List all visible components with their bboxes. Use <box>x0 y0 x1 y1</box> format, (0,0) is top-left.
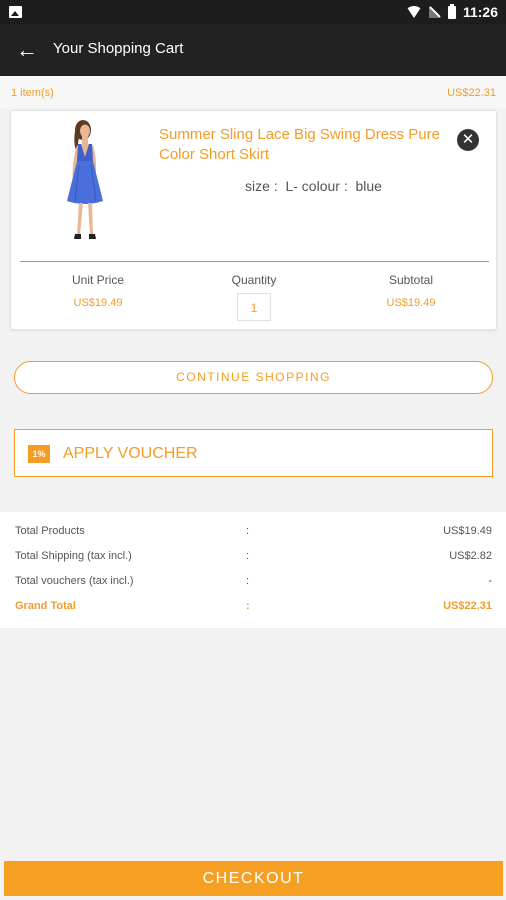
order-totals: Total Products : US$19.49 Total Shipping… <box>0 512 506 628</box>
arrow-left-icon: ← <box>16 37 38 62</box>
total-row: Total Shipping (tax incl.) : US$2.82 <box>0 550 506 570</box>
apply-voucher-button[interactable]: 1% APPLY VOUCHER <box>14 429 493 477</box>
voucher-icon: 1% <box>28 445 50 463</box>
status-time: 11:26 <box>462 4 498 20</box>
total-row: Total vouchers (tax incl.) : - <box>0 575 506 595</box>
total-value: US$19.49 <box>443 525 492 537</box>
total-label: Total Shipping (tax incl.) <box>15 550 132 562</box>
app-bar: ← Your Shopping Cart <box>0 24 506 76</box>
grand-total-label: Grand Total <box>15 600 76 612</box>
total-value: US$2.82 <box>449 550 492 562</box>
remove-item-button[interactable]: ✕ <box>457 129 479 151</box>
continue-shopping-button[interactable]: CONTINUE SHOPPING <box>14 361 493 394</box>
total-colon: : <box>246 550 250 562</box>
total-colon: : <box>246 575 250 587</box>
cart-item-card: Summer Sling Lace Big Swing Dress Pure C… <box>10 110 497 330</box>
cart-summary-strip: 1 item(s) US$22.31 <box>0 76 506 108</box>
quantity-column: Quantity 1 <box>194 273 314 321</box>
quantity-input[interactable]: 1 <box>237 293 271 321</box>
subtotal-column: Subtotal US$19.49 <box>351 273 471 309</box>
apply-voucher-label: APPLY VOUCHER <box>63 445 198 462</box>
page-title: Your Shopping Cart <box>53 40 184 57</box>
status-bar: 11:26 <box>0 0 506 24</box>
total-label: Total Products <box>15 525 85 537</box>
battery-icon <box>447 3 456 19</box>
back-button[interactable]: ← <box>10 34 44 66</box>
item-count: 1 item(s) <box>11 87 54 99</box>
product-name[interactable]: Summer Sling Lace Big Swing Dress Pure C… <box>159 125 449 165</box>
total-row: Total Products : US$19.49 <box>0 525 506 545</box>
system-icons: 11:26 <box>405 3 498 21</box>
gallery-notification-icon <box>9 6 22 18</box>
checkout-button[interactable]: CHECKOUT <box>4 861 503 896</box>
product-attributes: size : L- colour : blue <box>245 178 382 194</box>
header-total: US$22.31 <box>447 87 496 99</box>
subtotal-value: US$19.49 <box>386 297 436 309</box>
total-colon: : <box>246 525 250 537</box>
divider <box>20 261 489 262</box>
grand-total-value: US$22.31 <box>443 600 492 612</box>
total-colon: : <box>246 600 250 612</box>
unit-price-label: Unit Price <box>71 273 124 287</box>
unit-price-column: Unit Price US$19.49 <box>38 273 158 309</box>
close-circle-icon: ✕ <box>461 131 475 148</box>
product-image[interactable] <box>51 117 121 249</box>
total-label: Total vouchers (tax incl.) <box>15 575 134 587</box>
unit-price-value: US$19.49 <box>73 297 123 309</box>
subtotal-label: Subtotal <box>388 273 434 287</box>
quantity-label: Quantity <box>231 273 277 287</box>
total-value: - <box>488 575 492 587</box>
grand-total-row: Grand Total : US$22.31 <box>0 600 506 620</box>
wifi-icon <box>405 6 422 18</box>
no-signal-icon <box>428 6 441 18</box>
